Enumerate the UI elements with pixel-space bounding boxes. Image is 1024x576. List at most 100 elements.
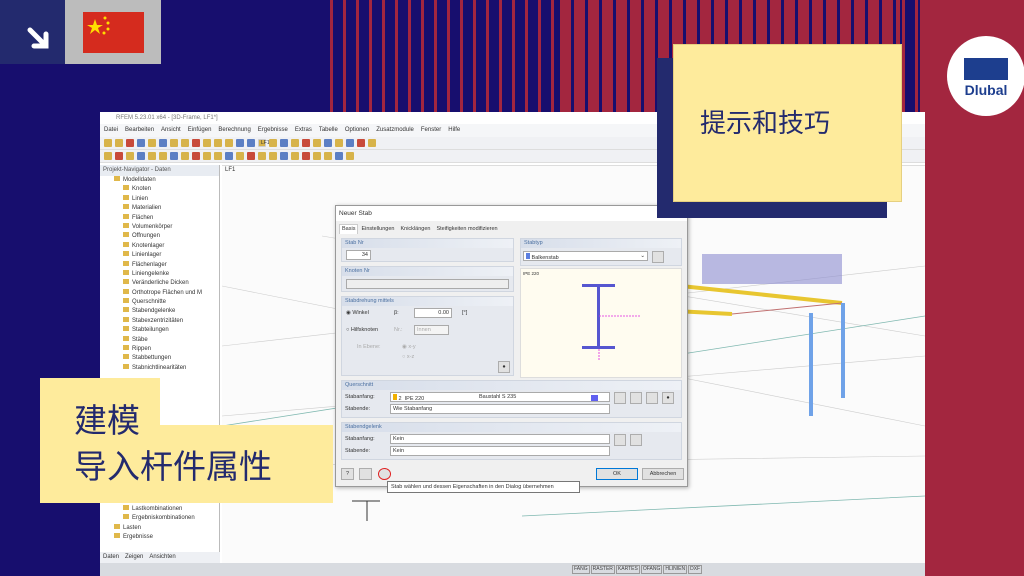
tree-item[interactable]: Öffnungen xyxy=(114,232,219,241)
status-toggle[interactable]: RASTER xyxy=(590,565,615,574)
library-button[interactable] xyxy=(614,392,626,404)
menu-item[interactable]: Ergebnisse xyxy=(258,127,288,134)
tree-item[interactable]: Ergebniskombinationen xyxy=(114,514,195,523)
menu-item[interactable]: Bearbeiten xyxy=(125,127,154,134)
edit-hinge-button[interactable] xyxy=(630,434,642,446)
menu-item[interactable]: Datei xyxy=(104,127,118,134)
radio-winkel[interactable]: ◉ Winkel xyxy=(346,310,369,316)
field-label: Stabende: xyxy=(345,448,371,454)
status-bar: FANG RASTER KARTES OFANG HLINIEN DXF xyxy=(100,563,925,576)
new-hinge-button[interactable] xyxy=(614,434,626,446)
cross-section-start-select[interactable]: 2 IPE 220 Baustahl S 235 xyxy=(390,392,610,402)
language-flag[interactable] xyxy=(65,0,161,64)
info-icon[interactable]: ● xyxy=(662,392,674,404)
tab-zeigen[interactable]: Zeigen xyxy=(125,554,143,561)
tab-daten[interactable]: Daten xyxy=(103,554,119,561)
group-label: Stab Nr xyxy=(342,239,513,248)
status-toggle[interactable]: HLINIEN xyxy=(663,565,688,574)
group-label: Querschnitt xyxy=(342,381,681,390)
pick-member-button[interactable] xyxy=(378,468,391,480)
menu-item[interactable]: Berechnung xyxy=(218,127,250,134)
dialog-tab[interactable]: Einstellungen xyxy=(358,224,397,234)
edit-type-button[interactable] xyxy=(652,251,664,263)
tree-item[interactable]: Stabendgelenke xyxy=(114,307,219,316)
dialog-tab[interactable]: Basis xyxy=(339,224,359,234)
tips-note: 提示和技巧 xyxy=(673,44,902,202)
help-button[interactable]: ? xyxy=(341,468,354,480)
tree-item[interactable]: Stabnichtlinearitäten xyxy=(114,364,219,373)
hinge-end-select[interactable]: Kein xyxy=(390,446,610,456)
tree-item[interactable]: Ergebnisse xyxy=(114,533,195,542)
tree-item[interactable]: Stabteilungen xyxy=(114,326,219,335)
menu-item[interactable]: Hilfe xyxy=(448,127,460,134)
tree-item[interactable]: Linienlager xyxy=(114,251,219,260)
tree-item[interactable]: Querschnitte xyxy=(114,298,219,307)
i-beam-icon xyxy=(582,284,641,361)
tree-item[interactable]: Materialien xyxy=(114,204,219,213)
logo-text: Dlubal xyxy=(964,82,1008,98)
group-label: Stabendgelenk xyxy=(342,423,681,432)
menu-item[interactable]: Tabelle xyxy=(319,127,338,134)
section-preview: IPE 220 xyxy=(520,268,682,378)
menu-item[interactable]: Fenster xyxy=(421,127,441,134)
tree-item[interactable]: Stäbe xyxy=(114,336,219,345)
menu-item[interactable]: Optionen xyxy=(345,127,369,134)
status-toggle[interactable]: DXF xyxy=(688,565,703,574)
ok-button[interactable]: OK xyxy=(596,468,638,480)
radio-xy[interactable]: ◉ x-y xyxy=(402,344,416,350)
edit-section-button[interactable] xyxy=(646,392,658,404)
group-label: Stabdrehung mittels xyxy=(342,297,513,306)
tips-title: 提示和技巧 xyxy=(700,109,831,139)
status-toggle[interactable]: OFANG xyxy=(640,565,663,574)
tree-item[interactable]: Lasten xyxy=(114,524,195,533)
unit-label: [°] xyxy=(462,310,468,316)
status-toggle[interactable]: KARTES xyxy=(615,565,640,574)
field-label: Stabanfang: xyxy=(345,394,375,400)
cross-section-end-select[interactable]: Wie Stabanfang xyxy=(390,404,610,414)
preview-label: IPE 220 xyxy=(523,271,540,276)
innen-select[interactable]: Innen xyxy=(414,325,449,335)
beta-input[interactable]: 0.00 xyxy=(414,308,452,318)
tree-item-modelldaten[interactable]: Modelldaten xyxy=(114,176,219,185)
tree-item[interactable]: Lastkombinationen xyxy=(114,505,195,514)
menu-item[interactable]: Einfügen xyxy=(188,127,212,134)
tab-ansichten[interactable]: Ansichten xyxy=(149,554,175,561)
dialog-tab[interactable]: Knicklängen xyxy=(397,224,433,234)
dialog-tab[interactable]: Steifigkeiten modifizieren xyxy=(433,224,500,234)
tree-item[interactable]: Flächen xyxy=(114,214,219,223)
tree-item[interactable]: Knoten xyxy=(114,185,219,194)
tree-item[interactable]: Volumenkörper xyxy=(114,223,219,232)
tree-item[interactable]: Liniengelenke xyxy=(114,270,219,279)
new-section-button[interactable] xyxy=(630,392,642,404)
radio-xz[interactable]: ○ x-z xyxy=(402,354,414,360)
menu-item[interactable]: Zusatzmodule xyxy=(376,127,414,134)
tree-item[interactable]: Stabexzentrizitäten xyxy=(114,317,219,326)
project-navigator: Projekt-Navigator - Daten Modelldaten Kno… xyxy=(100,165,220,563)
loadcase-select[interactable]: LF1 xyxy=(258,139,270,147)
arrow-down-right-icon xyxy=(0,0,65,64)
tree-item[interactable]: Stabbettungen xyxy=(114,354,219,363)
node-number-input[interactable] xyxy=(346,279,509,289)
cancel-button[interactable]: Abbrechen xyxy=(642,468,684,480)
member-type-select[interactable]: Balkenstab ⌄ xyxy=(523,251,648,261)
menu-item[interactable]: Extras xyxy=(295,127,312,134)
radio-hilfsknoten[interactable]: ○ Hilfsknoten xyxy=(346,327,378,333)
tree-item[interactable]: Linien xyxy=(114,195,219,204)
hinge-start-select[interactable]: Kein xyxy=(390,434,610,444)
status-toggle[interactable]: FANG xyxy=(572,565,590,574)
units-button[interactable] xyxy=(359,468,372,480)
menu-item[interactable]: Ansicht xyxy=(161,127,181,134)
tree-item[interactable]: Flächenlager xyxy=(114,261,219,270)
china-flag-icon xyxy=(83,12,144,53)
info-button[interactable]: ● xyxy=(498,361,510,373)
member-number-input[interactable]: 34 xyxy=(346,250,371,260)
tree-item[interactable]: Orthotrope Flächen und M xyxy=(114,289,219,298)
tree-item[interactable]: Veränderliche Dicken xyxy=(114,279,219,288)
radio-label: Winkel xyxy=(352,310,369,316)
plane-label: In Ebene: xyxy=(357,344,381,350)
tree-item[interactable]: Knotenlager xyxy=(114,242,219,251)
tree-item[interactable]: Rippen xyxy=(114,345,219,354)
topic-title: 建模 xyxy=(74,401,140,440)
group-label: Stabtyp xyxy=(521,239,681,248)
load-diagram xyxy=(702,254,842,284)
